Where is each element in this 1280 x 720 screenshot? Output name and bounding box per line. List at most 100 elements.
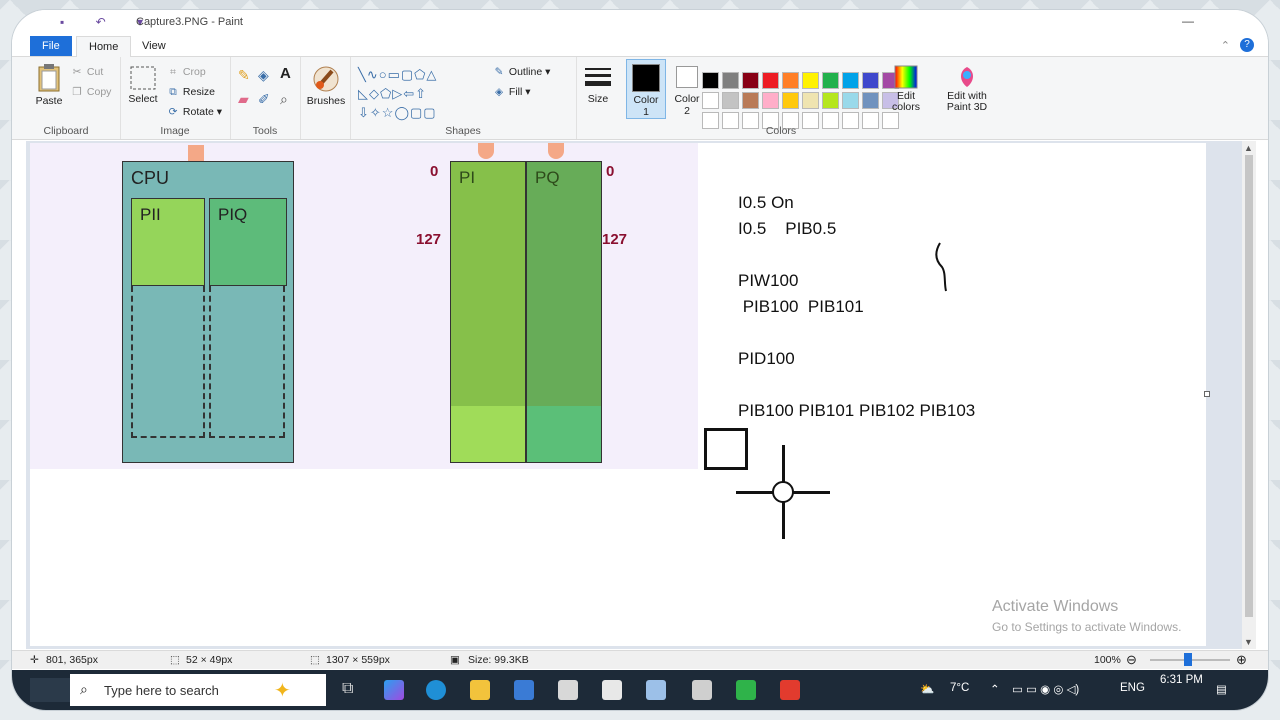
- canvas[interactable]: CPU PII PIQ PI PQ 0 0 127 127 I0.5 On I0…: [30, 143, 1210, 646]
- magnifier-icon[interactable]: ⌕: [280, 91, 288, 108]
- paste-button[interactable]: Paste: [32, 63, 66, 107]
- paint3d-icon: [961, 67, 973, 87]
- vertical-scrollbar[interactable]: ▲ ▼: [1242, 141, 1256, 649]
- color-swatch[interactable]: [702, 92, 719, 109]
- fill-button[interactable]: ◈ Fill ▾: [492, 86, 531, 98]
- edit-colors-button[interactable]: Edit colors: [886, 65, 926, 113]
- color2-button[interactable]: Color 2: [668, 59, 706, 117]
- cut-button[interactable]: ✂ Cut: [70, 66, 104, 78]
- pii-dashed-area: [131, 286, 205, 438]
- zoom-slider-thumb[interactable]: [1184, 653, 1192, 666]
- tab-view[interactable]: View: [130, 36, 178, 56]
- minimize-icon[interactable]: —: [1182, 14, 1194, 28]
- taskbar-search-box[interactable]: ⌕ Type here to search ✦: [70, 674, 326, 706]
- color-swatch[interactable]: [762, 92, 779, 109]
- select-button[interactable]: Select: [126, 65, 160, 105]
- pencil-icon[interactable]: ✎: [238, 67, 250, 84]
- outline-button[interactable]: ✎ Outline ▾: [492, 66, 551, 78]
- color-swatch[interactable]: [802, 72, 819, 89]
- paint3d-button[interactable]: Edit with Paint 3D: [936, 65, 998, 113]
- pii-label: PII: [140, 205, 161, 224]
- tab-file[interactable]: File: [30, 36, 72, 56]
- language-indicator[interactable]: ENG: [1120, 682, 1145, 694]
- paint3d-label: Edit with Paint 3D: [946, 90, 988, 113]
- help-icon[interactable]: ?: [1240, 38, 1254, 52]
- color-swatch[interactable]: [802, 92, 819, 109]
- clock-time[interactable]: 6:31 PM: [1160, 674, 1203, 686]
- pq-bottom-segment: [527, 406, 601, 462]
- custom-color-slot[interactable]: [862, 112, 879, 129]
- crop-label: Crop: [182, 66, 206, 78]
- collapse-ribbon-icon[interactable]: ⌃: [1221, 39, 1230, 52]
- app-icon-4[interactable]: [736, 680, 756, 700]
- task-view-icon[interactable]: ⧉: [342, 680, 362, 700]
- color-swatch[interactable]: [782, 72, 799, 89]
- app-icon-1[interactable]: [558, 680, 578, 700]
- zoom-in-icon[interactable]: ⊕: [1236, 652, 1247, 668]
- color-picker-icon[interactable]: ✐: [258, 91, 270, 108]
- color-swatch[interactable]: [862, 92, 879, 109]
- app-icon-3[interactable]: [692, 680, 712, 700]
- color-swatch[interactable]: [842, 92, 859, 109]
- cpu-block: CPU PII PIQ: [122, 161, 294, 463]
- start-button[interactable]: [30, 678, 70, 702]
- color2-swatch: [676, 66, 698, 88]
- canvas-resize-handle[interactable]: [1204, 391, 1210, 397]
- color2-label: Color: [674, 93, 700, 105]
- pi-label: PI: [459, 168, 476, 187]
- color-swatch[interactable]: [742, 92, 759, 109]
- shapes-gallery[interactable]: ╲∿○▭▢⬠△ ◺◇⬠▷⇦⇧ ⇩✧☆◯▢▢: [358, 65, 486, 122]
- color-swatch[interactable]: [762, 72, 779, 89]
- watermark-subtitle: Go to Settings to activate Windows.: [992, 620, 1182, 634]
- scroll-down-icon[interactable]: ▼: [1244, 637, 1253, 647]
- shapes-group: ╲∿○▭▢⬠△ ◺◇⬠▷⇦⇧ ⇩✧☆◯▢▢ ✎ Outline ▾ ◈ Fill ▾…: [350, 57, 577, 139]
- scroll-up-icon[interactable]: ▲: [1244, 143, 1253, 153]
- pen-stroke: [935, 242, 947, 292]
- color-swatch[interactable]: [702, 72, 719, 89]
- outline-icon: ✎: [494, 66, 504, 78]
- text-tool-icon[interactable]: A: [280, 65, 291, 82]
- custom-color-slot[interactable]: [882, 112, 899, 129]
- title-bar: ▪ ↶ ▾ Capture3.PNG - Paint —: [12, 10, 1268, 36]
- color-swatch[interactable]: [822, 92, 839, 109]
- fill-bucket-icon[interactable]: ◈: [258, 67, 269, 84]
- crop-button[interactable]: ⌗ Crop: [166, 66, 206, 79]
- rotate-button[interactable]: ⟳ Rotate ▾: [166, 106, 222, 118]
- scissors-icon: ✂: [72, 66, 82, 78]
- store-icon[interactable]: [514, 680, 534, 700]
- scrollbar-thumb[interactable]: [1245, 155, 1253, 617]
- color-swatch[interactable]: [722, 92, 739, 109]
- ribbon-tabs: File Home View ⌃ ?: [12, 36, 1268, 57]
- size-button[interactable]: Size: [580, 65, 616, 105]
- paint-app-icon[interactable]: [646, 680, 666, 700]
- file-explorer-icon[interactable]: [470, 680, 490, 700]
- brushes-button[interactable]: Brushes: [306, 65, 346, 107]
- color-swatch[interactable]: [822, 72, 839, 89]
- clipboard-icon: [38, 64, 60, 92]
- color-swatch[interactable]: [842, 72, 859, 89]
- app-icon-2[interactable]: [602, 680, 622, 700]
- tab-home[interactable]: Home: [76, 36, 132, 57]
- color-swatch[interactable]: [742, 72, 759, 89]
- color-swatch[interactable]: [862, 72, 879, 89]
- tray-chevron-icon[interactable]: ⌃: [990, 682, 1000, 696]
- copy-icon: ❐: [72, 86, 82, 98]
- weather-icon[interactable]: ⛅: [920, 682, 934, 696]
- color-swatch[interactable]: [782, 92, 799, 109]
- color-swatch[interactable]: [722, 72, 739, 89]
- pq-column: PQ: [526, 161, 602, 463]
- app-icon-5[interactable]: [780, 680, 800, 700]
- copy-button[interactable]: ❐ Copy: [70, 86, 111, 98]
- copilot-icon[interactable]: [384, 680, 404, 700]
- color1-button[interactable]: Color 1: [626, 59, 666, 119]
- resize-button[interactable]: ⧉ Resize: [166, 86, 215, 99]
- edit-colors-label: Edit colors: [891, 90, 920, 113]
- edge-browser-icon[interactable]: [426, 680, 446, 700]
- eraser-icon[interactable]: ▰: [238, 91, 249, 108]
- zoom-out-icon[interactable]: ⊖: [1126, 652, 1137, 668]
- rotate-label: Rotate: [182, 106, 214, 118]
- search-placeholder: Type here to search: [104, 683, 219, 698]
- piq-label: PIQ: [218, 205, 248, 224]
- notifications-icon[interactable]: ▤: [1216, 682, 1227, 696]
- tray-icons[interactable]: ▭ ▭ ◉ ◎ ◁): [1012, 682, 1079, 696]
